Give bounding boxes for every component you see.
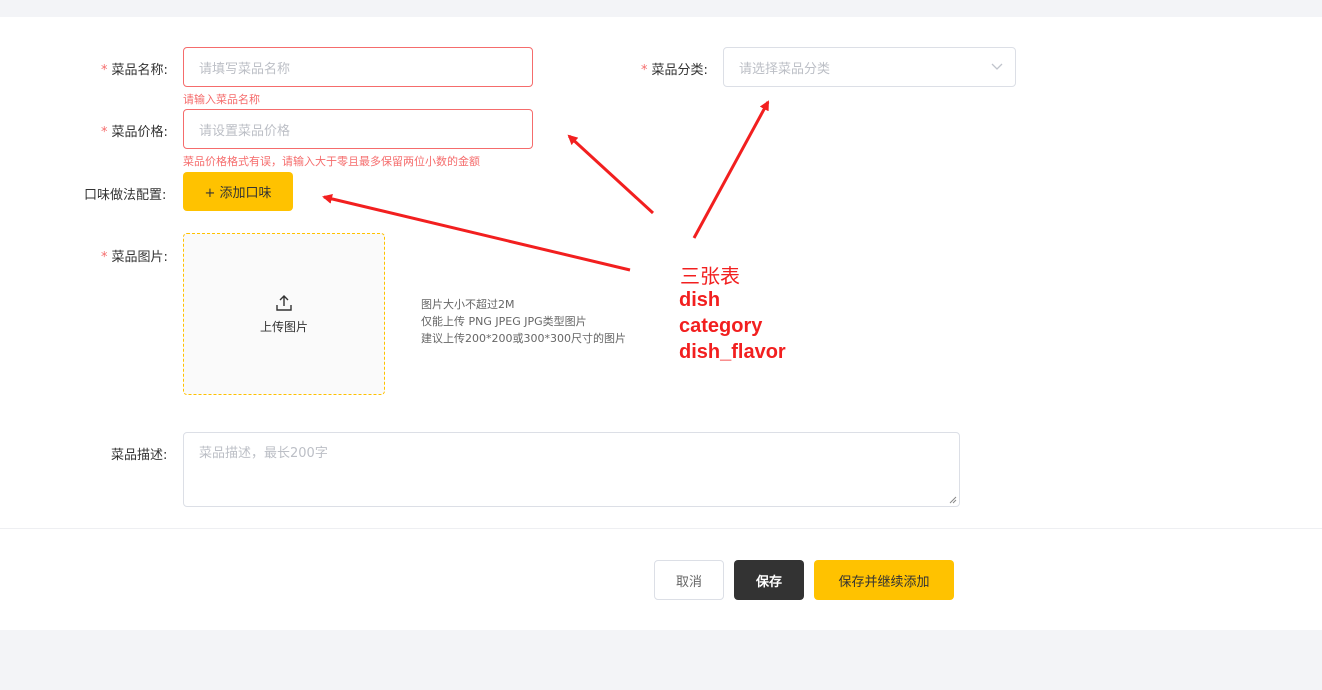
arrow-to-price: [567, 134, 655, 215]
annotation-dish-flavor: dish_flavor: [679, 341, 786, 363]
annotation-title: 三张表: [680, 264, 740, 288]
arrow-to-flavor: [322, 193, 631, 272]
annotation-category: category: [679, 315, 763, 337]
arrow-to-category: [692, 100, 770, 239]
annotation-arrows: [322, 100, 770, 272]
annotation-dish: dish: [679, 289, 721, 311]
